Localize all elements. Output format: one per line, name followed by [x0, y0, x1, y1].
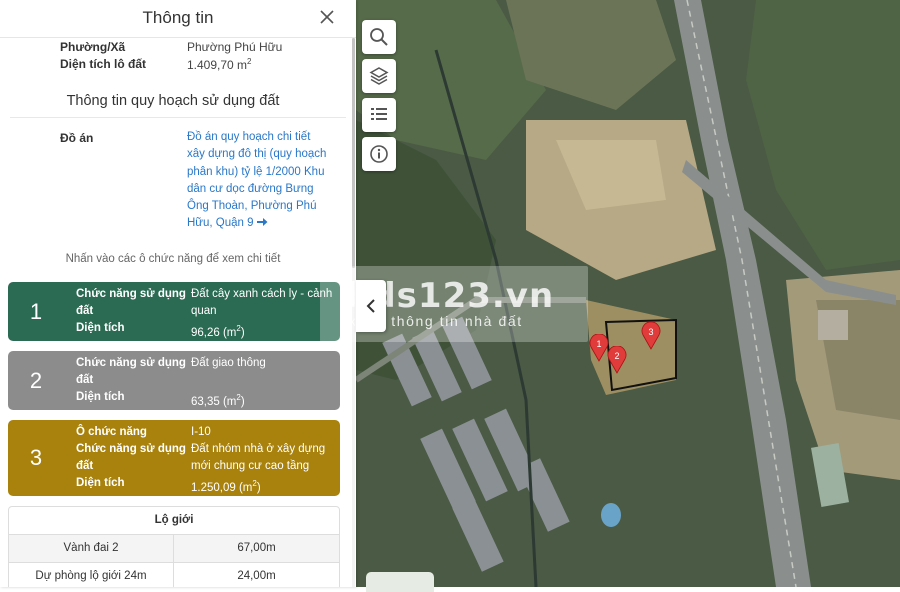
project-link-text[interactable]: Đồ án quy hoạch chi tiết xây dựng đô thị…: [187, 131, 326, 229]
info-icon: [370, 145, 388, 163]
scrollbar-thumb[interactable]: [352, 38, 355, 268]
layers-icon: [369, 67, 389, 85]
card-field-label: Chức năng sử dụng đất: [76, 288, 186, 317]
chevron-left-icon: [366, 299, 375, 313]
function-card-3[interactable]: 3 Ô chức năng I-10 Chức năng sử dụng đất…: [8, 420, 340, 496]
info-panel: Thông tin Phường/Xã Phường Phú Hữu Diện …: [0, 0, 356, 587]
map-marker-icon: 3: [641, 321, 661, 350]
card-field-label: Diện tích: [76, 322, 125, 334]
section-title: Thông tin quy hoạch sử dụng đất: [66, 93, 280, 109]
map-thumbnail[interactable]: [366, 572, 434, 592]
card-field-value: Đất giao thông: [191, 357, 266, 369]
collapse-panel-button[interactable]: [356, 280, 386, 332]
map-pin-2[interactable]: 2: [607, 345, 627, 374]
table-row: Dự phòng lộ giới 24m 24,00m: [9, 563, 339, 587]
card-field-value: 1.250,09 (m2): [191, 475, 336, 497]
project-label: Đồ án: [60, 131, 94, 145]
table-body: Vành đai 2 67,00m Dự phòng lộ giới 24m 2…: [9, 535, 339, 587]
pin-label: 3: [648, 327, 653, 337]
function-card-2[interactable]: 2 Chức năng sử dụng đất Đất giao thông D…: [8, 351, 340, 410]
card-area-end: ): [240, 395, 245, 408]
card-field-label: Diện tích: [76, 391, 125, 403]
close-icon[interactable]: [318, 8, 336, 26]
map-marker-icon: 2: [607, 345, 627, 374]
road-boundary-table: Lộ giới Vành đai 2 67,00m Dự phòng lộ gi…: [8, 506, 340, 587]
list-button[interactable]: [362, 98, 396, 132]
row-name: Vành đai 2: [9, 535, 174, 562]
row-name: Dự phòng lộ giới 24m: [9, 563, 174, 587]
search-icon: [370, 28, 388, 46]
table-row: Vành đai 2 67,00m: [9, 535, 339, 563]
panel-header: Thông tin: [0, 0, 356, 38]
area-value: 1.409,70 m2: [187, 57, 252, 72]
divider: [10, 117, 346, 118]
arrow-right-icon[interactable]: [256, 217, 268, 227]
area-number: 1.409,70 m: [187, 58, 248, 72]
pin-label: 1: [596, 339, 601, 349]
layers-button[interactable]: [362, 59, 396, 93]
card-field-value: Đất cây xanh cách ly - cảnh quan: [191, 288, 333, 317]
ward-label: Phường/Xã: [60, 40, 126, 54]
row-value: 24,00m: [237, 570, 276, 582]
area-label: Diện tích lô đất: [60, 57, 147, 71]
card-field-value: I-10: [191, 426, 211, 438]
card-field-value: 63,35 (m2): [191, 389, 336, 411]
ward-value: Phường Phú Hữu: [187, 40, 283, 54]
card-area-end: ): [256, 481, 261, 494]
card-field-label: Ô chức năng: [76, 426, 147, 438]
list-icon: [371, 108, 387, 120]
map-pin-3[interactable]: 3: [641, 321, 661, 350]
card-field-value: Đất nhóm nhà ở xây dựng mới chung cư cao…: [191, 443, 326, 472]
search-button[interactable]: [362, 20, 396, 54]
panel-title: Thông tin: [142, 8, 214, 27]
info-button[interactable]: [362, 137, 396, 171]
card-number: 3: [29, 445, 43, 470]
project-link[interactable]: Đồ án quy hoạch chi tiết xây dựng đô thị…: [187, 129, 329, 233]
table-title: Lộ giới: [9, 507, 339, 535]
function-card-1[interactable]: 1 Chức năng sử dụng đất Đất cây xanh các…: [8, 282, 340, 341]
card-area-number: 63,35 (m: [191, 395, 237, 408]
hint-text: Nhấn vào các ô chức năng để xem chi tiết: [65, 253, 281, 265]
area-unit-sup: 2: [247, 57, 252, 66]
card-area-number: 96,26 (m: [191, 326, 237, 339]
card-number: 1: [29, 298, 43, 324]
card-number: 2: [29, 367, 43, 393]
card-field-label: Chức năng sử dụng đất: [76, 443, 186, 472]
row-value: 67,00m: [237, 542, 276, 554]
pin-label: 2: [614, 351, 619, 361]
map-pin-1[interactable]: 1: [589, 333, 609, 362]
card-field-label: Chức năng sử dụng đất: [76, 357, 186, 386]
map-marker-icon: 1: [589, 333, 609, 362]
card-field-value: 96,26 (m2): [191, 320, 336, 342]
card-area-number: 1.250,09 (m: [191, 481, 253, 494]
card-area-end: ): [240, 326, 245, 339]
card-field-label: Diện tích: [76, 477, 125, 489]
